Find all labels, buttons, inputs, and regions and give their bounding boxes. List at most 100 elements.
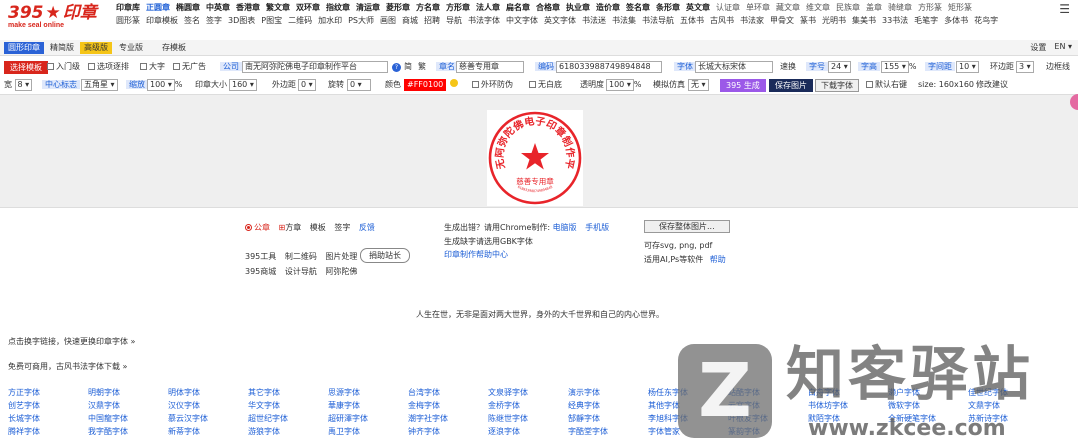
- font-link[interactable]: 其它字体: [248, 386, 328, 399]
- char-spacing-select[interactable]: 10 ▾: [956, 61, 979, 73]
- nav-link[interactable]: 执业章: [566, 1, 590, 14]
- company-input[interactable]: 南无阿弥陀佛电子印章制作平台: [242, 61, 388, 73]
- download-font-button[interactable]: 下载字体: [815, 79, 859, 92]
- nav-link[interactable]: 印章模板: [146, 14, 178, 27]
- mall-link[interactable]: 395商城: [245, 267, 276, 276]
- nav-link[interactable]: 二维码: [288, 14, 312, 27]
- nav-link[interactable]: 合格章: [536, 1, 560, 14]
- nav-link[interactable]: 条形章: [656, 1, 680, 14]
- font-link[interactable]: 超研澤字体: [328, 412, 408, 425]
- font-link[interactable]: 文泉驿字体: [488, 386, 568, 399]
- emulate-select[interactable]: 无 ▾: [688, 79, 709, 91]
- font-link[interactable]: 明朝字体: [88, 386, 168, 399]
- nav-link[interactable]: 书法迷: [582, 14, 606, 27]
- option-row-checkbox[interactable]: [88, 63, 95, 70]
- rotate-select[interactable]: 0 ▾: [347, 79, 371, 91]
- nav-link[interactable]: 圆形篆: [116, 14, 140, 27]
- nav-link[interactable]: 双环章: [296, 1, 320, 14]
- save-all-button[interactable]: 保存整体图片...: [644, 220, 730, 233]
- font-link[interactable]: 中国龍字体: [88, 412, 168, 425]
- help-center-link[interactable]: 印章制作帮助中心: [444, 250, 508, 259]
- nav-link[interactable]: 盖章: [866, 1, 882, 14]
- font-link[interactable]: 新蒂字体: [168, 425, 248, 438]
- font-link[interactable]: 长城字体: [8, 412, 88, 425]
- char-height-select[interactable]: 155 ▾: [881, 61, 909, 73]
- nav-link[interactable]: 认证章: [716, 1, 740, 14]
- nav-link[interactable]: 加水印: [318, 14, 342, 27]
- opacity-select[interactable]: 100 ▾: [606, 79, 634, 91]
- big-text-checkbox[interactable]: [140, 63, 147, 70]
- tab-round-seal[interactable]: 圆形印章: [4, 42, 44, 54]
- tab-advanced[interactable]: 高级版: [80, 42, 112, 54]
- tools-link[interactable]: 395工具: [245, 252, 276, 261]
- nav-link[interactable]: 方形章: [446, 1, 470, 14]
- seal-preview[interactable]: 南无阿弥陀佛电子印章制作平台 慈善专用章 618033988749894848: [487, 110, 583, 206]
- nav-link[interactable]: 商城: [402, 14, 418, 27]
- donate-button[interactable]: 捐助站长: [360, 248, 410, 263]
- help-link[interactable]: 帮助: [710, 255, 726, 264]
- font-link[interactable]: 慕云汉字体: [168, 412, 248, 425]
- nav-link[interactable]: 清运章: [356, 1, 380, 14]
- change-font-link[interactable]: 点击换字链接，快速更换印章字体 »: [8, 337, 135, 346]
- tab-pro[interactable]: 专业版: [115, 42, 147, 54]
- nav-link[interactable]: 导航: [446, 14, 462, 27]
- seal-radio[interactable]: [245, 224, 252, 231]
- template-link[interactable]: 模板: [310, 223, 326, 232]
- anti-fake-checkbox[interactable]: [472, 81, 479, 88]
- font-link[interactable]: 陈继世字体: [488, 412, 568, 425]
- image-process-link[interactable]: 图片处理: [325, 252, 357, 261]
- scale-select[interactable]: 100 ▾: [147, 79, 175, 91]
- tab-save-template[interactable]: 存模板: [158, 42, 190, 54]
- nav-link[interactable]: 33书法: [882, 14, 908, 27]
- nav-link[interactable]: 招聘: [424, 14, 440, 27]
- design-nav-link[interactable]: 设计导航: [285, 267, 317, 276]
- font-link[interactable]: 華康字体: [328, 399, 408, 412]
- save-image-button[interactable]: 保存图片: [769, 79, 813, 92]
- square-seal-link[interactable]: 方章: [285, 223, 301, 232]
- emoji-icon[interactable]: [450, 79, 458, 87]
- center-mark-select[interactable]: 五角星 ▾: [81, 79, 118, 91]
- nav-link[interactable]: 篆书: [800, 14, 816, 27]
- code-input[interactable]: 618033988749894848: [556, 61, 662, 73]
- nav-link[interactable]: 扁名章: [506, 1, 530, 14]
- nav-link[interactable]: 毛笔字: [914, 14, 938, 27]
- font-link[interactable]: 金桥字体: [488, 399, 568, 412]
- font-link[interactable]: 演示字体: [568, 386, 648, 399]
- nav-link[interactable]: 方形篆: [918, 1, 942, 14]
- font-link[interactable]: 华文字体: [248, 399, 328, 412]
- font-link[interactable]: 明体字体: [168, 386, 248, 399]
- ring-margin-select[interactable]: 3 ▾: [1016, 61, 1034, 73]
- font-link[interactable]: 金梅字体: [408, 399, 488, 412]
- free-font-link[interactable]: 免费可商用，古风书法字体下载 »: [8, 362, 127, 371]
- nav-link[interactable]: 甲骨文: [770, 14, 794, 27]
- nav-link[interactable]: 集美书: [852, 14, 876, 27]
- default-rightkey-checkbox[interactable]: [866, 81, 873, 88]
- font-link[interactable]: 字酷堂字体: [568, 425, 648, 438]
- nav-link[interactable]: 中英章: [206, 1, 230, 14]
- border-line-label[interactable]: 边框线: [1046, 62, 1070, 71]
- nav-link[interactable]: 造价章: [596, 1, 620, 14]
- nav-link[interactable]: 正圆章: [146, 1, 170, 14]
- nav-link[interactable]: 香港章: [236, 1, 260, 14]
- color-picker[interactable]: #FF0100: [404, 79, 447, 91]
- language-select[interactable]: EN ▾: [1054, 42, 1072, 53]
- nav-link[interactable]: 花鸟字: [974, 14, 998, 27]
- no-white-bg-checkbox[interactable]: [529, 81, 536, 88]
- nav-link[interactable]: 书法家: [740, 14, 764, 27]
- nav-link[interactable]: 签名章: [626, 1, 650, 14]
- generate-button[interactable]: 395 生成: [720, 79, 766, 92]
- nav-link[interactable]: 3D图表: [228, 14, 255, 27]
- font-link[interactable]: 潮字社字体: [408, 412, 488, 425]
- font-link[interactable]: 腾祥字体: [8, 425, 88, 438]
- font-link[interactable]: 汉鼎字体: [88, 399, 168, 412]
- font-link[interactable]: 方正字体: [8, 386, 88, 399]
- nav-link[interactable]: P图宝: [261, 14, 282, 27]
- nav-link[interactable]: 书法导航: [642, 14, 674, 27]
- suggest-link[interactable]: 修改建议: [976, 80, 1008, 89]
- width-select[interactable]: 8 ▾: [14, 79, 33, 91]
- nav-link[interactable]: 骑缝章: [888, 1, 912, 14]
- simplified-toggle[interactable]: 简: [404, 62, 412, 71]
- pc-version-link[interactable]: 电脑版: [553, 223, 577, 232]
- hamburger-menu-icon[interactable]: ☰: [1059, 2, 1070, 16]
- nav-link[interactable]: 民族章: [836, 1, 860, 14]
